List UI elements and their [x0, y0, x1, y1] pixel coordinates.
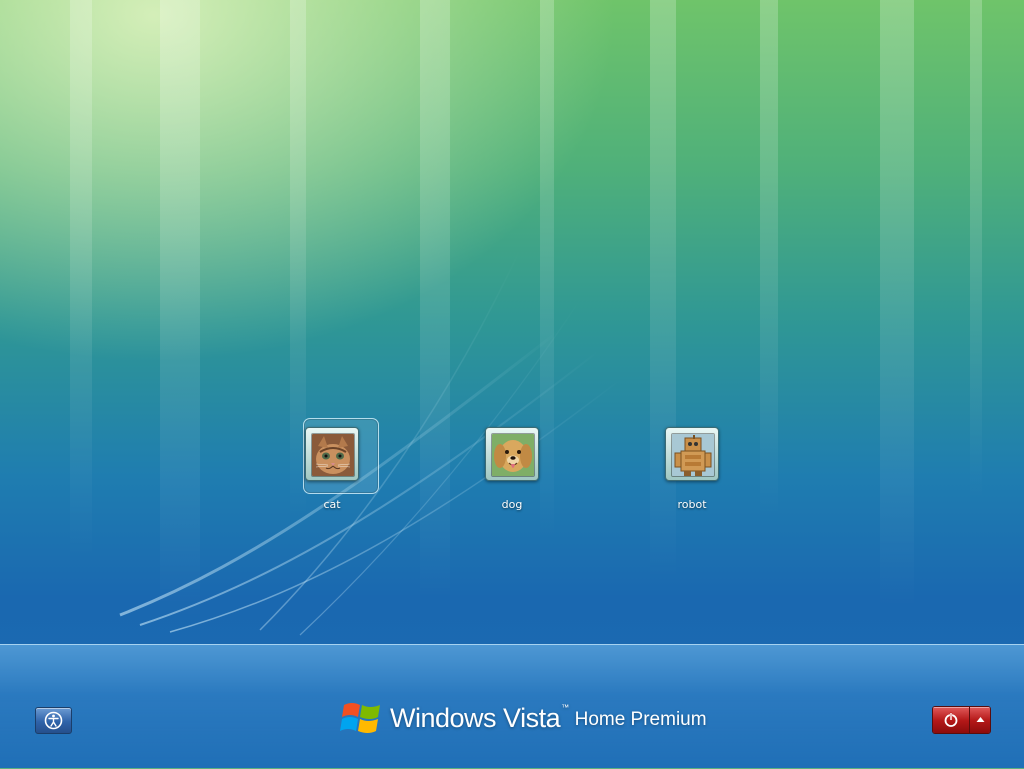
user-tile-dog[interactable]: dog	[452, 427, 572, 511]
triangle-up-icon	[976, 717, 985, 722]
shutdown-button-group	[932, 706, 991, 734]
user-tile-cat[interactable]: cat	[272, 418, 392, 511]
shutdown-button[interactable]	[933, 707, 970, 733]
user-picture-frame	[485, 427, 539, 481]
user-name-label: robot	[677, 498, 707, 511]
brand-vista: Vista	[503, 702, 561, 733]
user-picture-frame	[665, 427, 719, 481]
windows-flag-icon	[340, 703, 380, 733]
user-name-label: dog	[501, 498, 523, 511]
user-name-label: cat	[323, 498, 341, 511]
user-picture-frame	[305, 427, 359, 481]
ease-of-access-icon	[44, 711, 63, 730]
trademark-symbol: ™	[561, 702, 569, 712]
user-tile-robot[interactable]: robot	[632, 427, 752, 511]
brand-windows: Windows	[390, 702, 497, 733]
robot-picture	[671, 433, 715, 477]
shutdown-options-button[interactable]	[970, 707, 990, 733]
brand-name: Windows Vista™	[390, 703, 569, 734]
windows-vista-logo: Windows Vista™ Home Premium	[340, 696, 707, 740]
ease-of-access-button[interactable]	[35, 707, 72, 734]
power-icon	[944, 712, 958, 727]
cat-picture	[311, 433, 355, 477]
edition-name: Home Premium	[574, 709, 707, 730]
dog-picture	[491, 433, 535, 477]
